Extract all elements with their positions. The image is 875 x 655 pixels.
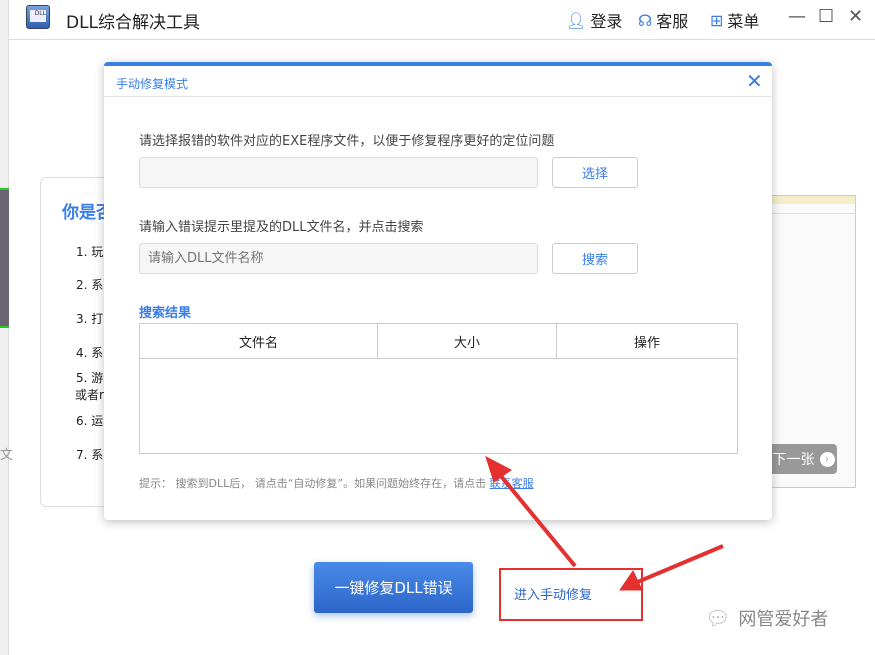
watermark: 💬︎ 网管爱好者 <box>705 605 828 631</box>
arrow-head <box>485 455 512 483</box>
wechat-icon: 💬︎ <box>705 606 731 630</box>
watermark-text: 网管爱好者 <box>738 609 829 630</box>
annotation-arrows <box>485 455 724 591</box>
arrow-to-hint <box>494 468 577 568</box>
arrow-to-manual-link <box>634 544 724 585</box>
